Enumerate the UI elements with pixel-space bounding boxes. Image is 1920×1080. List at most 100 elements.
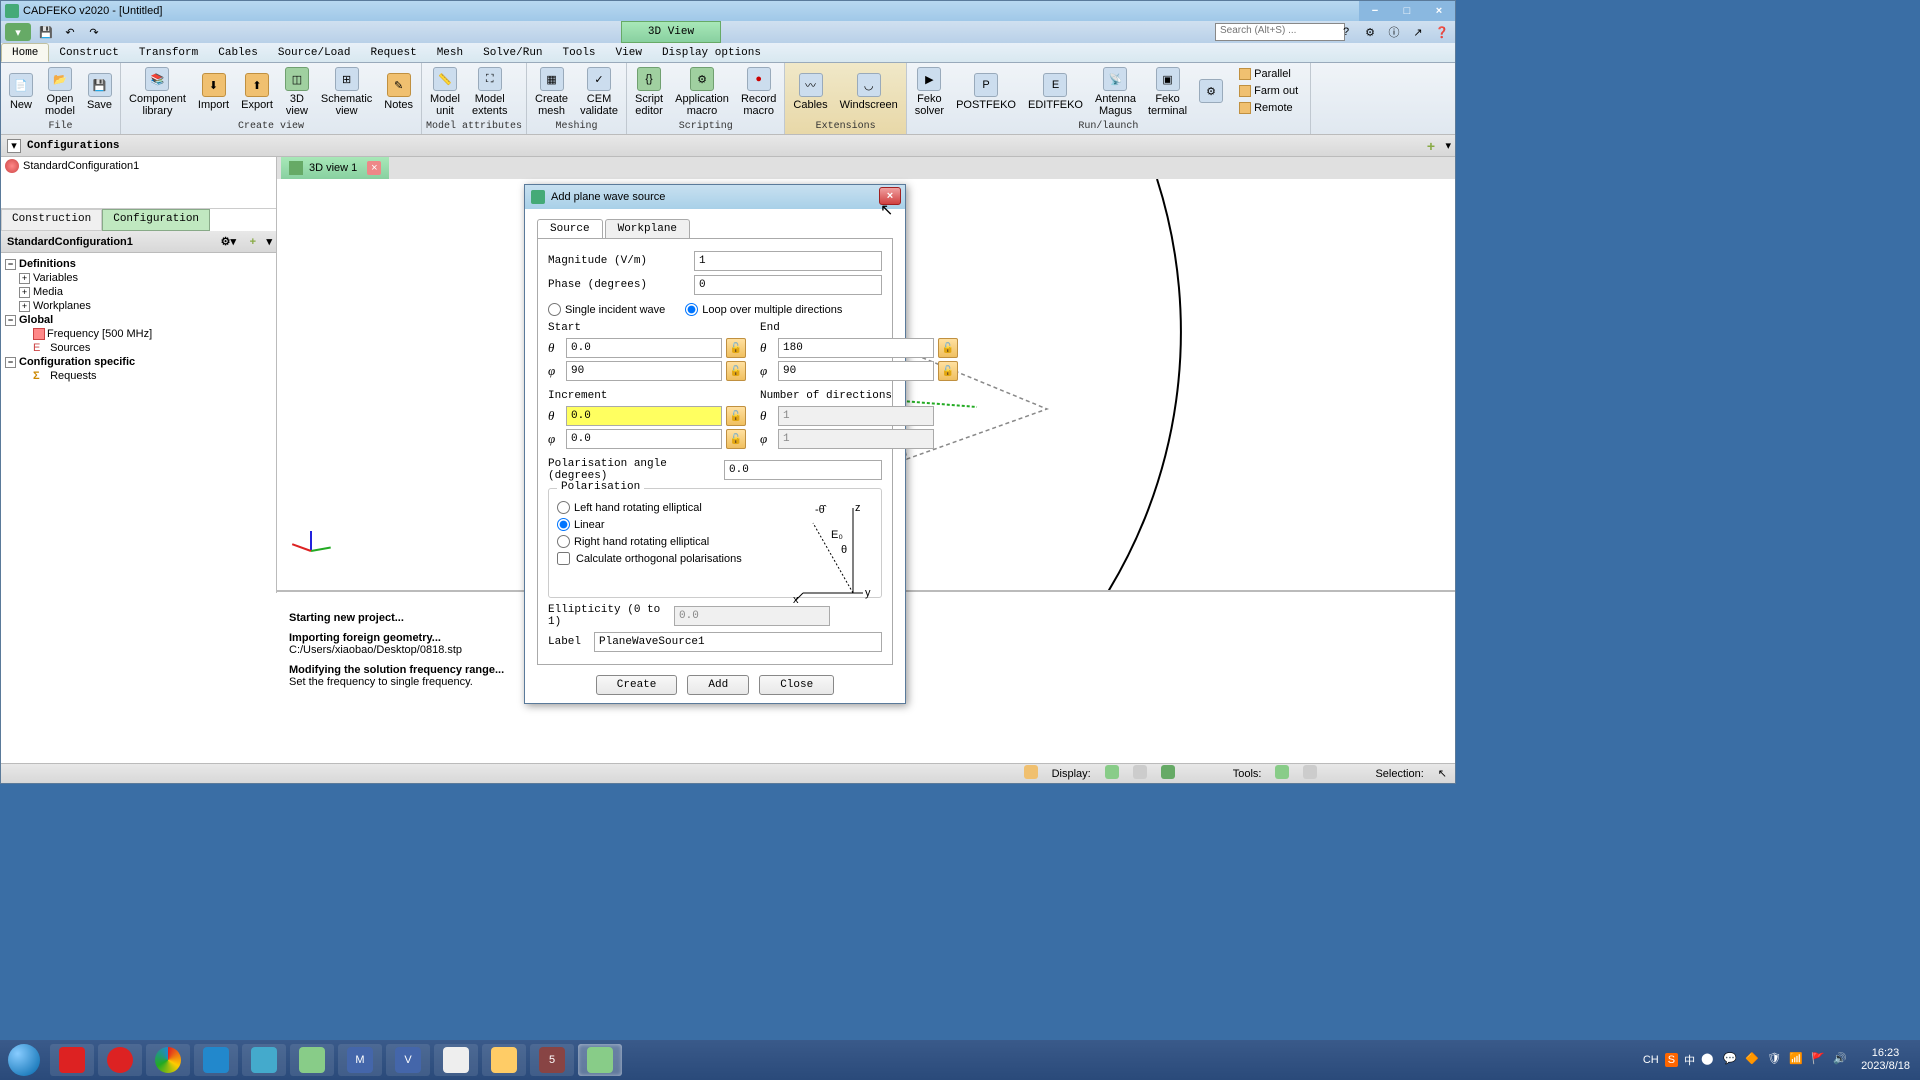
tray-flag-icon[interactable]: 🚩 bbox=[1811, 1052, 1827, 1068]
antenna-magus-button[interactable]: 📡Antenna Magus bbox=[1091, 65, 1140, 119]
lock-icon[interactable]: 🔓 bbox=[726, 406, 746, 426]
save-icon[interactable]: 💾 bbox=[37, 23, 55, 41]
taskbar-app-2[interactable] bbox=[98, 1044, 142, 1076]
tray-network-icon[interactable]: 📶 bbox=[1789, 1052, 1805, 1068]
increment-theta-input[interactable] bbox=[566, 406, 722, 426]
taskbar-app-11[interactable]: 5 bbox=[530, 1044, 574, 1076]
dialog-tab-workplane[interactable]: Workplane bbox=[605, 219, 690, 238]
record-macro-button[interactable]: ●Record macro bbox=[737, 65, 780, 119]
window-close-button[interactable]: × bbox=[1423, 1, 1455, 21]
cables-button[interactable]: 〰Cables bbox=[789, 65, 831, 119]
ime-mode-icon[interactable]: S bbox=[1665, 1053, 1678, 1067]
app-menu-button[interactable]: ▾ bbox=[5, 23, 31, 41]
lock-icon[interactable]: 🔓 bbox=[726, 361, 746, 381]
tab-configuration[interactable]: Configuration bbox=[102, 209, 210, 231]
tray-icon-3[interactable]: 🔶 bbox=[1745, 1052, 1761, 1068]
end-theta-input[interactable] bbox=[778, 338, 934, 358]
loop-directions-radio[interactable]: Loop over multiple directions bbox=[685, 303, 842, 316]
help-icon[interactable]: ? bbox=[1337, 23, 1355, 41]
config-item[interactable]: StandardConfiguration1 bbox=[1, 157, 276, 175]
settings-icon[interactable]: ⚙ bbox=[1361, 23, 1379, 41]
run-options-button[interactable]: ⚙ bbox=[1195, 65, 1227, 119]
start-button[interactable] bbox=[0, 1040, 48, 1080]
redo-icon[interactable]: ↷ bbox=[85, 23, 103, 41]
config-dropdown[interactable]: ▾ bbox=[1445, 139, 1451, 152]
taskbar-cadfeko[interactable] bbox=[578, 1044, 622, 1076]
start-theta-input[interactable] bbox=[566, 338, 722, 358]
tab-construction[interactable]: Construction bbox=[1, 209, 102, 231]
tree-workplanes[interactable]: +Workplanes bbox=[5, 299, 272, 313]
component-library-button[interactable]: 📚Component library bbox=[125, 65, 190, 119]
tab-home[interactable]: Home bbox=[1, 43, 49, 62]
taskbar-app-7[interactable]: M bbox=[338, 1044, 382, 1076]
add-config-button[interactable]: + bbox=[1427, 138, 1435, 154]
view-tab-close[interactable]: × bbox=[367, 161, 381, 175]
tree-global[interactable]: −Global bbox=[5, 313, 272, 327]
taskbar-app-9[interactable] bbox=[434, 1044, 478, 1076]
panel-gear-icon[interactable]: ⚙▾ bbox=[221, 235, 236, 248]
tray-volume-icon[interactable]: 🔊 bbox=[1833, 1052, 1849, 1068]
display-icon-3[interactable] bbox=[1161, 765, 1175, 782]
feko-solver-button[interactable]: ▶Feko solver bbox=[911, 65, 948, 119]
import-button[interactable]: ⬇Import bbox=[194, 65, 233, 119]
tree-toggle[interactable]: − bbox=[5, 259, 16, 270]
tools-icon-1[interactable] bbox=[1275, 765, 1289, 782]
lock-icon[interactable]: 🔓 bbox=[726, 338, 746, 358]
view-3d-button[interactable]: ◫3D view bbox=[281, 65, 313, 119]
tree-toggle[interactable]: + bbox=[19, 301, 30, 312]
tab-display-options[interactable]: Display options bbox=[652, 43, 771, 62]
taskbar-chrome[interactable] bbox=[146, 1044, 190, 1076]
panel-dropdown[interactable]: ▾ bbox=[266, 235, 272, 248]
extra-help-icon[interactable]: ❓ bbox=[1433, 23, 1451, 41]
magnitude-input[interactable] bbox=[694, 251, 882, 271]
open-model-button[interactable]: 📂Open model bbox=[41, 65, 79, 119]
info-icon[interactable]: ⓘ bbox=[1385, 23, 1403, 41]
undo-icon[interactable]: ↶ bbox=[61, 23, 79, 41]
tree-requests[interactable]: Σ Requests bbox=[5, 369, 272, 383]
view-context-tab[interactable]: 3D View bbox=[621, 21, 721, 43]
close-button[interactable]: Close bbox=[759, 675, 834, 695]
remote-button[interactable]: Remote bbox=[1237, 101, 1300, 116]
tab-construct[interactable]: Construct bbox=[49, 43, 128, 62]
link-icon[interactable]: ↗ bbox=[1409, 23, 1427, 41]
taskbar-explorer[interactable] bbox=[482, 1044, 526, 1076]
tab-request[interactable]: Request bbox=[360, 43, 426, 62]
taskbar-app-6[interactable] bbox=[290, 1044, 334, 1076]
display-icon-2[interactable] bbox=[1133, 765, 1147, 782]
tray-shield-icon[interactable]: 🛡 bbox=[1767, 1052, 1783, 1068]
model-extents-button[interactable]: ⛶Model extents bbox=[468, 65, 511, 119]
tab-transform[interactable]: Transform bbox=[129, 43, 208, 62]
export-button[interactable]: ⬆Export bbox=[237, 65, 277, 119]
dialog-close-button[interactable]: × bbox=[879, 187, 901, 205]
windscreen-button[interactable]: ◡Windscreen bbox=[836, 65, 902, 119]
tree-toggle[interactable]: − bbox=[5, 315, 16, 326]
tab-tools[interactable]: Tools bbox=[553, 43, 606, 62]
tree-variables[interactable]: +Variables bbox=[5, 271, 272, 285]
tab-solve-run[interactable]: Solve/Run bbox=[473, 43, 552, 62]
lock-icon[interactable]: 🔓 bbox=[726, 429, 746, 449]
application-macro-button[interactable]: ⚙Application macro bbox=[671, 65, 733, 119]
postfeko-button[interactable]: PPOSTFEKO bbox=[952, 65, 1020, 119]
schematic-view-button[interactable]: ⊞Schematic view bbox=[317, 65, 376, 119]
tab-cables[interactable]: Cables bbox=[208, 43, 268, 62]
lock-icon[interactable]: 🔓 bbox=[938, 361, 958, 381]
phase-input[interactable] bbox=[694, 275, 882, 295]
farm-out-button[interactable]: Farm out bbox=[1237, 84, 1300, 99]
display-icon-1[interactable] bbox=[1105, 765, 1119, 782]
collapse-toggle[interactable]: ▾ bbox=[7, 139, 21, 153]
tray-chat-icon[interactable]: 💬 bbox=[1723, 1052, 1739, 1068]
increment-phi-input[interactable] bbox=[566, 429, 722, 449]
script-editor-button[interactable]: {}Script editor bbox=[631, 65, 667, 119]
model-unit-button[interactable]: 📏Model unit bbox=[426, 65, 464, 119]
selection-icon[interactable]: ↖ bbox=[1438, 767, 1447, 780]
create-button[interactable]: Create bbox=[596, 675, 678, 695]
start-phi-input[interactable] bbox=[566, 361, 722, 381]
status-app-icon[interactable] bbox=[1024, 765, 1038, 782]
tree-toggle[interactable]: − bbox=[5, 357, 16, 368]
label-input[interactable] bbox=[594, 632, 882, 652]
tree-frequency[interactable]: Frequency [500 MHz] bbox=[5, 327, 272, 341]
panel-add-button[interactable]: + bbox=[250, 236, 256, 248]
taskbar-app-5[interactable] bbox=[242, 1044, 286, 1076]
add-button[interactable]: Add bbox=[687, 675, 749, 695]
tools-icon-2[interactable] bbox=[1303, 765, 1317, 782]
